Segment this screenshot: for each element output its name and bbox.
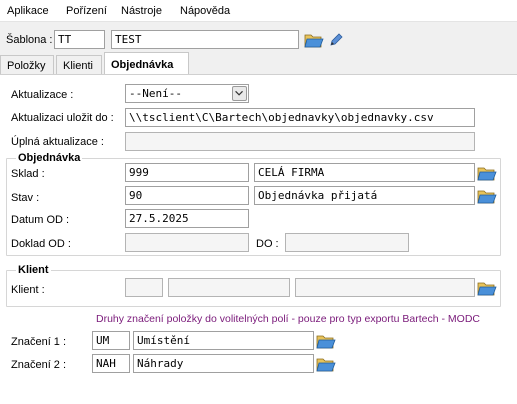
date-from-field[interactable]: 27.5.2025 [125, 209, 249, 228]
warehouse-label: Sklad : [11, 168, 45, 180]
folder-open-icon[interactable] [316, 332, 336, 350]
full-update-label: Úplná aktualizace : [11, 136, 104, 148]
client-field-3[interactable] [295, 278, 475, 297]
date-from-label: Datum OD : [11, 214, 70, 226]
menu-porizeni[interactable]: Pořízení [66, 5, 107, 17]
status-code-field[interactable]: 90 [125, 186, 249, 205]
folder-open-icon[interactable] [477, 279, 497, 297]
status-name-field[interactable]: Objednávka přijatá [254, 186, 475, 205]
menu-aplikace[interactable]: Aplikace [7, 5, 49, 17]
doc-from-label: Doklad OD : [11, 238, 71, 250]
marks-note: Druhy značení položky do volitelných pol… [96, 313, 481, 325]
tab-objednavka[interactable]: Objednávka [104, 52, 189, 75]
update-select[interactable]: --Není-- [125, 84, 249, 103]
folder-open-icon[interactable] [316, 355, 336, 373]
client-field-2[interactable] [168, 278, 290, 297]
folder-open-icon[interactable] [304, 31, 324, 49]
warehouse-code-field[interactable]: 999 [125, 163, 249, 182]
save-to-label: Aktualizaci uložit do : [11, 112, 114, 124]
template-name-field[interactable]: TEST [111, 30, 299, 49]
template-code-field[interactable]: TT [54, 30, 105, 49]
mark2-name-field[interactable]: Náhrady [133, 354, 314, 373]
folder-open-icon[interactable] [477, 187, 497, 205]
mark1-label: Značení 1 : [11, 336, 67, 348]
save-to-field[interactable]: \\tsclient\C\Bartech\objednavky\objednav… [125, 108, 475, 127]
client-group-title: Klient [16, 264, 51, 276]
pencil-icon[interactable] [328, 32, 344, 48]
doc-to-label: DO : [256, 238, 279, 250]
mark1-name-field[interactable]: Umístění [133, 331, 314, 350]
update-label: Aktualizace : [11, 89, 74, 101]
warehouse-name-field[interactable]: CELÁ FIRMA [254, 163, 475, 182]
full-update-field[interactable] [125, 132, 475, 151]
tab-polozky[interactable]: Položky [0, 55, 54, 75]
menu-nastroje[interactable]: Nástroje [121, 5, 162, 17]
mark1-code-field[interactable]: UM [92, 331, 130, 350]
mark2-code-field[interactable]: NAH [92, 354, 130, 373]
client-label: Klient : [11, 284, 45, 296]
menu-napoveda[interactable]: Nápověda [180, 5, 230, 17]
update-select-value: --Není-- [129, 87, 182, 100]
doc-to-field[interactable] [285, 233, 409, 252]
order-group-title: Objednávka [16, 152, 83, 164]
template-label: Šablona : [6, 34, 53, 46]
tab-klienti[interactable]: Klienti [56, 55, 102, 75]
folder-open-icon[interactable] [477, 164, 497, 182]
status-label: Stav : [11, 192, 40, 204]
doc-from-field[interactable] [125, 233, 249, 252]
menu-bar: Aplikace Pořízení Nástroje Nápověda [0, 0, 517, 22]
mark2-label: Značení 2 : [11, 359, 67, 371]
client-field-1[interactable] [125, 278, 163, 297]
chevron-down-icon[interactable] [232, 86, 247, 101]
